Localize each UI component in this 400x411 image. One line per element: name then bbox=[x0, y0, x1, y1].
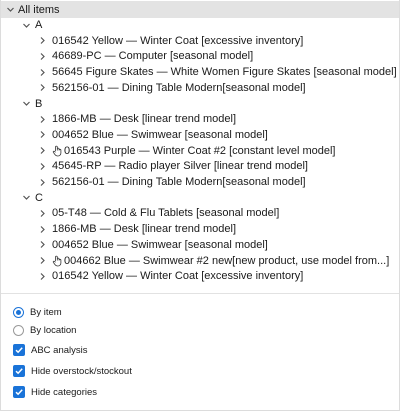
tree-item-row[interactable]: 004662 Blue — Swimwear #2 new[new produc… bbox=[1, 253, 399, 269]
chevron-right-icon[interactable] bbox=[36, 175, 48, 189]
abc-analysis-checkbox[interactable]: ABC analysis bbox=[13, 342, 88, 358]
manual-override-hand-icon bbox=[52, 254, 63, 268]
chevron-right-icon[interactable] bbox=[36, 65, 48, 79]
tree-item-label: 004652 Blue — Swimwear [seasonal model] bbox=[52, 128, 268, 141]
tree-group-row[interactable]: B bbox=[1, 96, 399, 112]
chevron-down-icon[interactable] bbox=[20, 191, 32, 205]
chevron-right-icon[interactable] bbox=[36, 112, 48, 126]
chevron-down-icon[interactable] bbox=[4, 3, 16, 17]
tree-item-row[interactable]: 004652 Blue — Swimwear [seasonal model] bbox=[1, 237, 399, 253]
tree-item-label: 1866-MB — Desk [linear trend model] bbox=[52, 113, 237, 126]
by-item-label: By item bbox=[30, 306, 62, 318]
tree-group-label: B bbox=[35, 97, 43, 110]
tree-item-row[interactable]: 562156-01 — Dining Table Modern[seasonal… bbox=[1, 80, 399, 96]
tree-item-label: 562156-01 — Dining Table Modern[seasonal… bbox=[52, 81, 306, 94]
hide-overstock-checkbox[interactable]: Hide overstock/stockout bbox=[13, 363, 132, 379]
tree-item-row[interactable]: 05-T48 — Cold & Flu Tablets [seasonal mo… bbox=[1, 205, 399, 221]
tree-item-label: 016543 Purple — Winter Coat #2 [constant… bbox=[64, 144, 336, 157]
tree-item-label: 016542 Yellow — Winter Coat [excessive i… bbox=[52, 270, 304, 283]
checkbox-checked-icon[interactable] bbox=[13, 344, 25, 356]
radio-selected-icon[interactable] bbox=[13, 306, 24, 318]
tree-item-label: 562156-01 — Dining Table Modern[seasonal… bbox=[52, 176, 306, 188]
tree-item-row[interactable]: 56645 Figure Skates — White Women Figure… bbox=[1, 64, 399, 80]
tree-item-label: 56645 Figure Skates — White Women Figure… bbox=[52, 66, 397, 79]
chevron-right-icon[interactable] bbox=[36, 206, 48, 220]
tree-root-row[interactable]: All items bbox=[1, 1, 399, 18]
by-location-radio[interactable]: By location bbox=[13, 322, 76, 338]
tree-item-label: 45645-RP — Radio player Silver [linear t… bbox=[52, 160, 308, 173]
tree-item-row[interactable]: 46689-PC — Computer [seasonal model] bbox=[1, 48, 399, 64]
by-item-radio[interactable]: By item bbox=[13, 304, 62, 320]
abc-analysis-label: ABC analysis bbox=[31, 344, 88, 356]
chevron-down-icon[interactable] bbox=[20, 18, 32, 32]
chevron-right-icon[interactable] bbox=[36, 159, 48, 173]
chevron-right-icon[interactable] bbox=[36, 254, 48, 268]
chevron-right-icon[interactable] bbox=[36, 81, 48, 95]
radio-unselected-icon[interactable] bbox=[13, 324, 24, 336]
tree-group-row[interactable]: C bbox=[1, 190, 399, 206]
tree-item-row[interactable]: 1866-MB — Desk [linear trend model] bbox=[1, 111, 399, 127]
tree-item-label: 05-T48 — Cold & Flu Tablets [seasonal mo… bbox=[52, 207, 280, 220]
tree-item-label: 004652 Blue — Swimwear [seasonal model] bbox=[52, 238, 268, 251]
tree-item-label: 016542 Yellow — Winter Coat [excessive i… bbox=[52, 34, 304, 47]
tree-group-label: C bbox=[35, 191, 43, 204]
chevron-right-icon[interactable] bbox=[36, 238, 48, 252]
item-tree: All items A 016542 Yellow — Winter Coat [… bbox=[1, 0, 399, 294]
chevron-right-icon[interactable] bbox=[36, 144, 48, 158]
tree-group-label: A bbox=[35, 19, 43, 31]
chevron-down-icon[interactable] bbox=[20, 97, 32, 111]
tree-item-row[interactable]: 562156-01 — Dining Table Modern[seasonal… bbox=[1, 174, 399, 190]
tree-item-row[interactable]: 45645-RP — Radio player Silver [linear t… bbox=[1, 158, 399, 174]
tree-item-row[interactable]: 1866-MB — Desk [linear trend model] bbox=[1, 221, 399, 237]
checkbox-checked-icon[interactable] bbox=[13, 365, 25, 377]
tree-item-row[interactable]: 004652 Blue — Swimwear [seasonal model] bbox=[1, 127, 399, 143]
chevron-right-icon[interactable] bbox=[36, 49, 48, 63]
by-location-label: By location bbox=[30, 324, 77, 336]
tree-item-row[interactable]: 016542 Yellow — Winter Coat [excessive i… bbox=[1, 33, 399, 49]
hide-overstock-label: Hide overstock/stockout bbox=[31, 365, 132, 377]
tree-root-label: All items bbox=[18, 3, 60, 16]
tree-item-label: 004662 Blue — Swimwear #2 new[new produc… bbox=[64, 254, 390, 267]
chevron-right-icon[interactable] bbox=[36, 222, 48, 236]
tree-group-row[interactable]: A bbox=[1, 17, 399, 33]
tree-item-row[interactable]: 016542 Yellow — Winter Coat [excessive i… bbox=[1, 268, 399, 284]
item-tree-panel: All items A 016542 Yellow — Winter Coat [… bbox=[0, 0, 400, 411]
hide-categories-label: Hide categories bbox=[31, 386, 98, 398]
chevron-right-icon[interactable] bbox=[36, 269, 48, 283]
tree-item-label: 1866-MB — Desk [linear trend model] bbox=[52, 223, 237, 236]
manual-override-hand-icon bbox=[52, 144, 63, 158]
checkbox-checked-icon[interactable] bbox=[13, 386, 25, 398]
tree-item-row[interactable]: 016543 Purple — Winter Coat #2 [constant… bbox=[1, 143, 399, 159]
chevron-right-icon[interactable] bbox=[36, 34, 48, 48]
chevron-right-icon[interactable] bbox=[36, 128, 48, 142]
tree-item-label: 46689-PC — Computer [seasonal model] bbox=[52, 50, 254, 63]
hide-categories-checkbox[interactable]: Hide categories bbox=[13, 384, 97, 400]
